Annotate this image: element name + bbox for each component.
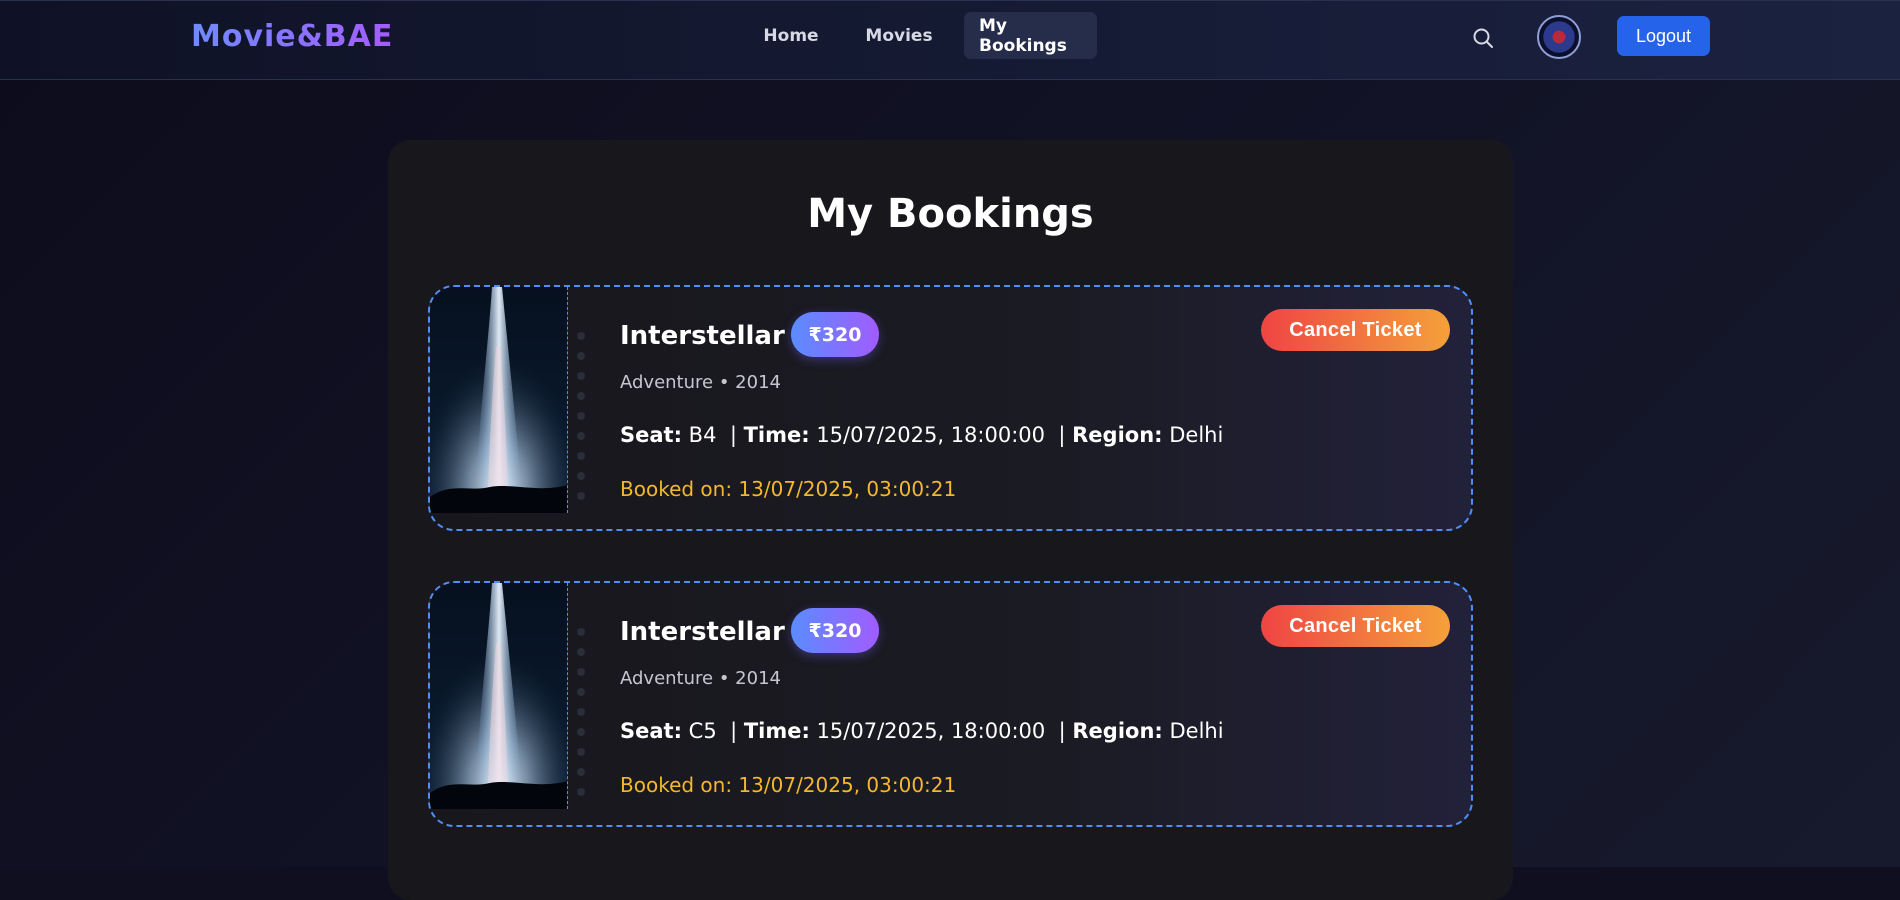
genre-year: Adventure • 2014 [620, 668, 781, 689]
bookings-panel: My Bookings Interstellar ₹320 Adventure … [388, 140, 1513, 900]
time-label: Time: [743, 423, 810, 447]
nav-my-bookings-link[interactable]: My Bookings [964, 12, 1097, 59]
cancel-ticket-button[interactable]: Cancel Ticket [1261, 309, 1450, 351]
movie-title: Interstellar [620, 321, 785, 351]
seat-value: C5 [688, 719, 717, 743]
avatar[interactable] [1537, 15, 1581, 59]
nav-movies-link[interactable]: Movies [842, 12, 956, 59]
movie-poster [430, 287, 568, 513]
logout-button[interactable]: Logout [1617, 16, 1710, 56]
cancel-ticket-button[interactable]: Cancel Ticket [1261, 605, 1450, 647]
seat-label: Seat: [620, 423, 682, 447]
booked-on: Booked on: 13/07/2025, 03:00:21 [620, 773, 957, 797]
time-value: 15/07/2025, 18:00:00 [816, 719, 1046, 743]
booking-card: Interstellar ₹320 Adventure • 2014 Seat:… [428, 581, 1473, 827]
booking-card: Interstellar ₹320 Adventure • 2014 Seat:… [428, 285, 1473, 531]
ticket-perforation [577, 628, 585, 796]
search-icon[interactable] [1471, 26, 1495, 50]
separator: | [729, 423, 737, 447]
navbar: Movie&BAE Home Movies My Bookings Logout [0, 0, 1900, 80]
brand-logo[interactable]: Movie&BAE [191, 19, 393, 54]
genre-year: Adventure • 2014 [620, 372, 781, 393]
separator: | [1058, 423, 1066, 447]
region-label: Region: [1072, 423, 1163, 447]
booked-on: Booked on: 13/07/2025, 03:00:21 [620, 477, 957, 501]
time-value: 15/07/2025, 18:00:00 [816, 423, 1046, 447]
separator: | [730, 719, 738, 743]
nav-home-link[interactable]: Home [748, 12, 834, 59]
region-label: Region: [1072, 719, 1163, 743]
page-title: My Bookings [807, 191, 1094, 237]
region-value: Delhi [1169, 423, 1224, 447]
booking-details: Seat: C5 | Time: 15/07/2025, 18:00:00 | … [620, 719, 1224, 743]
movie-poster [430, 583, 568, 809]
separator: | [1058, 719, 1066, 743]
seat-label: Seat: [620, 719, 682, 743]
time-label: Time: [743, 719, 810, 743]
booking-details: Seat: B4 | Time: 15/07/2025, 18:00:00 | … [620, 423, 1223, 447]
seat-value: B4 [688, 423, 717, 447]
price-badge: ₹320 [791, 312, 879, 357]
region-value: Delhi [1169, 719, 1224, 743]
movie-title: Interstellar [620, 617, 785, 647]
price-badge: ₹320 [791, 608, 879, 653]
ticket-perforation [577, 332, 585, 500]
nav-links: Home Movies My Bookings [748, 12, 1097, 59]
